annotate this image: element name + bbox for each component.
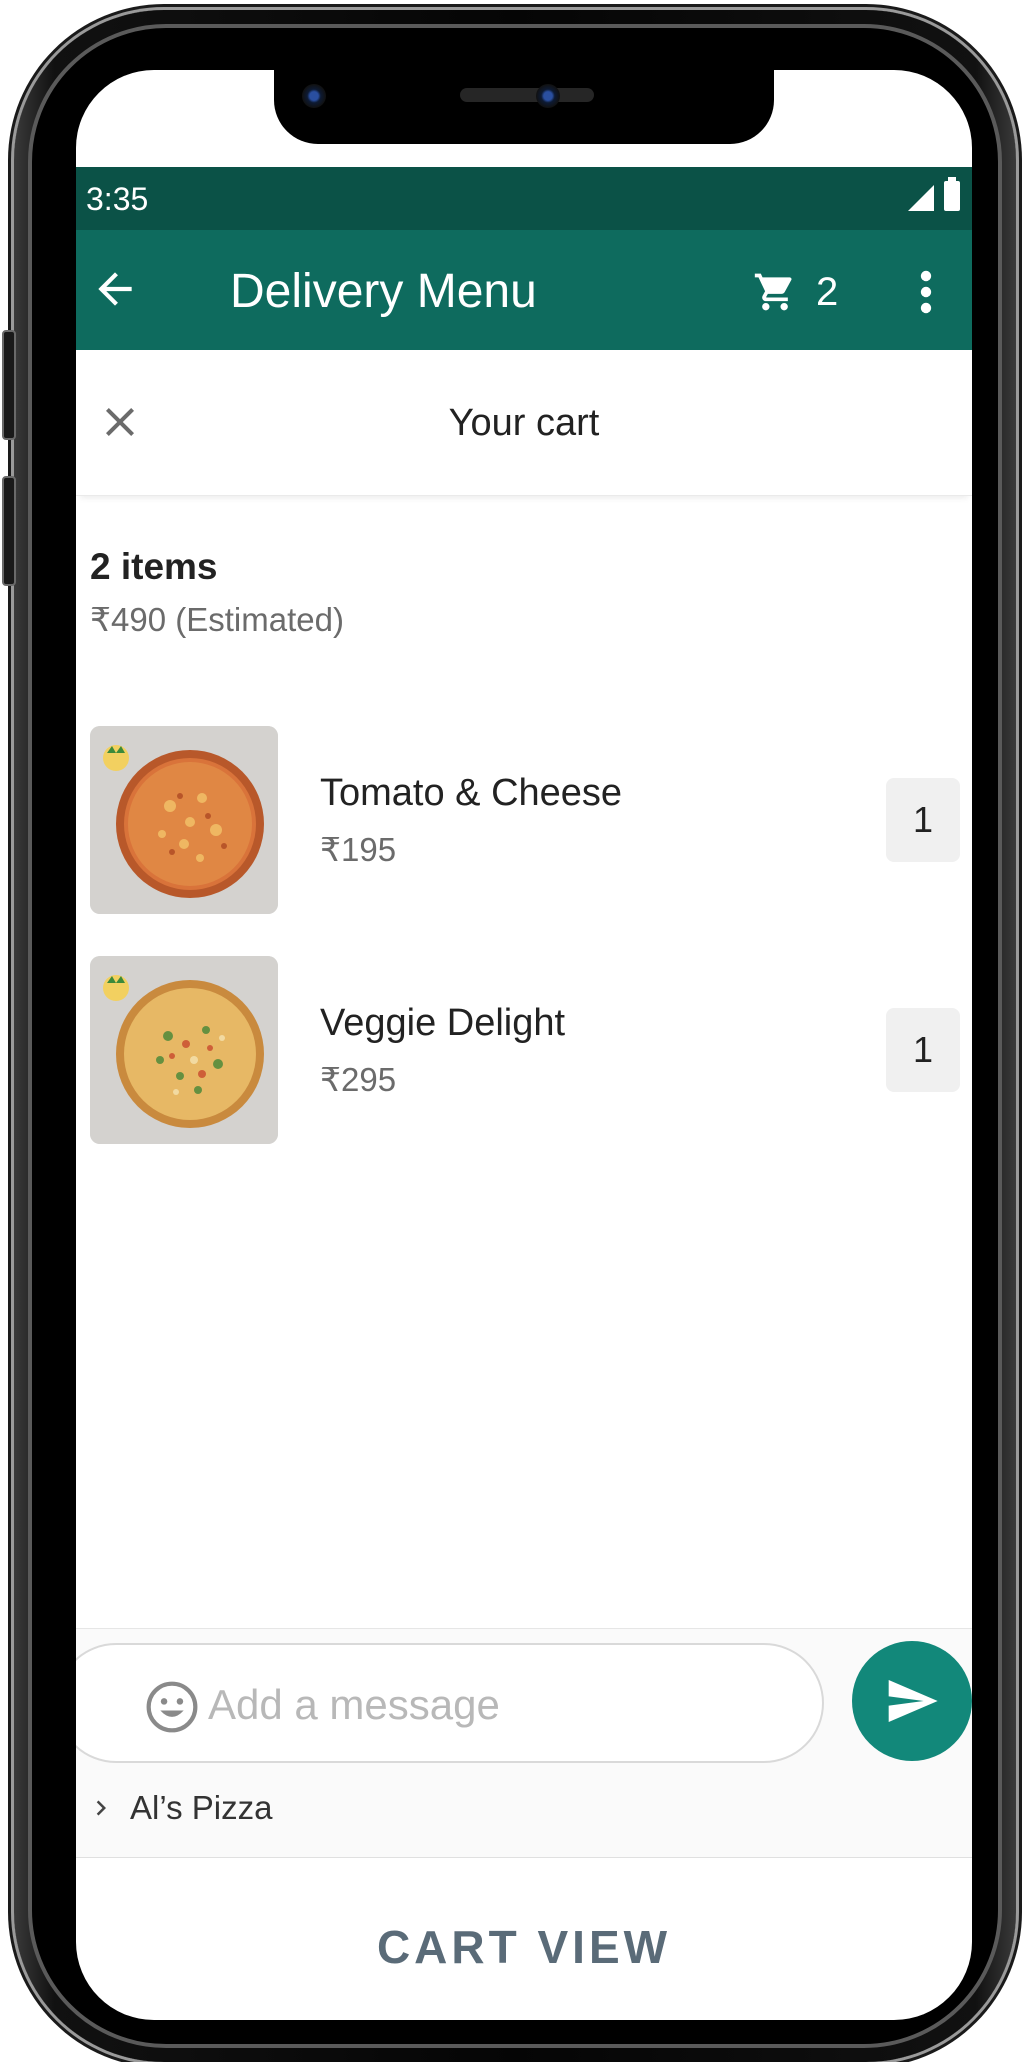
send-button[interactable] <box>852 1641 972 1761</box>
cart-estimated-total: ₹490 (Estimated) <box>90 601 344 638</box>
earpiece-speaker <box>460 88 594 102</box>
cart-item[interactable]: Veggie Delight ₹295 1 <box>90 956 960 1146</box>
front-camera <box>302 84 326 108</box>
business-name: Al’s Pizza <box>130 1789 273 1826</box>
cart-item[interactable]: Tomato & Cheese ₹195 1 <box>90 726 960 916</box>
view-caption: CART VIEW <box>376 1921 672 1973</box>
front-sensor <box>536 84 560 108</box>
send-icon <box>888 1680 938 1722</box>
message-input[interactable] <box>208 1675 788 1735</box>
back-arrow-icon[interactable] <box>90 264 140 314</box>
status-time: 3:35 <box>86 181 149 217</box>
item-price: ₹295 <box>320 1061 397 1098</box>
phone-screen: 3:35 Delivery Menu 2 Your cart 2 items ₹… <box>76 70 972 2020</box>
app-bar: Delivery Menu 2 <box>76 230 972 350</box>
battery-icon <box>944 177 960 211</box>
more-vert-icon[interactable] <box>916 268 936 316</box>
item-price: ₹195 <box>320 831 397 868</box>
item-thumbnail <box>90 956 278 1144</box>
item-thumbnail <box>90 726 278 914</box>
item-quantity[interactable]: 1 <box>886 1008 960 1092</box>
pizza-image <box>90 726 278 914</box>
volume-down-button <box>2 476 16 586</box>
phone-notch <box>274 70 774 144</box>
cart-item-count: 2 items <box>90 546 218 587</box>
message-field[interactable] <box>76 1643 824 1763</box>
signal-icon <box>908 185 934 211</box>
item-name: Veggie Delight <box>320 1002 566 1044</box>
pizza-image <box>90 956 278 1144</box>
item-quantity[interactable]: 1 <box>886 778 960 862</box>
message-composer: Al’s Pizza <box>76 1628 972 1858</box>
cart-sheet-header: Your cart <box>76 350 972 496</box>
emoji-icon[interactable] <box>144 1679 200 1735</box>
cart-icon[interactable] <box>752 270 798 314</box>
business-link[interactable]: Al’s Pizza <box>86 1789 272 1827</box>
page-title: Delivery Menu <box>230 265 537 318</box>
item-name: Tomato & Cheese <box>320 772 623 814</box>
cart-count-badge[interactable]: 2 <box>816 270 838 315</box>
status-bar: 3:35 <box>76 167 972 230</box>
cart-title: Your cart <box>448 402 600 444</box>
chevron-right-icon <box>96 1800 106 1816</box>
volume-up-button <box>2 330 16 440</box>
